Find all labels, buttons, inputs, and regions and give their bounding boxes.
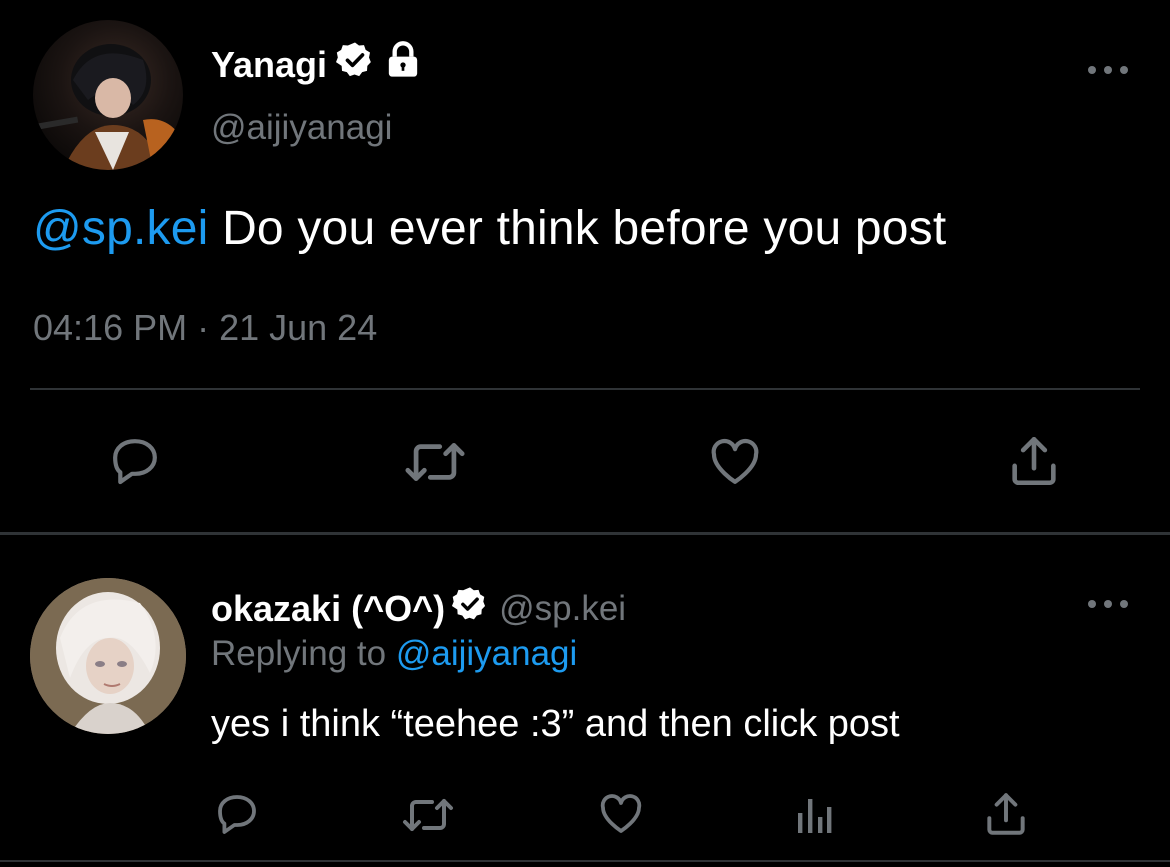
share-icon[interactable] [1005,432,1063,490]
replying-to-line: Replying to @aijiyanagi [211,634,577,674]
author-name-row: Yanagi [211,40,423,89]
more-options-icon[interactable] [1088,64,1128,76]
reply-author-name[interactable]: okazaki (^O^) [211,588,445,630]
author-name[interactable]: Yanagi [211,44,327,86]
author-avatar[interactable] [33,20,183,170]
tweet-timestamp[interactable]: 04:16 PM · 21 Jun 24 [33,307,377,349]
like-icon[interactable] [596,790,646,838]
reply-author-handle[interactable]: @sp.kei [499,589,626,629]
reply-icon[interactable] [212,790,262,838]
reply-author-avatar[interactable] [30,578,186,734]
author-handle[interactable]: @aijiyanagi [211,108,392,148]
verified-badge-icon [451,585,489,632]
retweet-icon[interactable] [400,436,470,488]
mention-link[interactable]: @sp.kei [33,202,209,255]
reply-author-row: okazaki (^O^) @sp.kei [211,585,626,632]
avatar-illustration [30,578,186,734]
divider [0,860,1170,862]
divider [30,388,1140,390]
verified-badge-icon [335,40,375,89]
retweet-icon[interactable] [398,793,458,837]
replying-prefix: Replying to [211,634,396,673]
more-options-icon[interactable] [1088,598,1128,610]
share-icon[interactable] [981,789,1031,839]
lock-icon [383,40,423,89]
analytics-icon[interactable] [794,795,834,835]
tweet-text: @sp.kei Do you ever think before you pos… [33,201,946,256]
reply-icon[interactable] [105,433,165,489]
replying-handle-link[interactable]: @aijiyanagi [396,634,577,673]
reply-text: yes i think “teehee :3” and then click p… [211,703,900,745]
avatar-illustration [37,44,183,170]
section-separator [0,532,1170,535]
like-icon[interactable] [705,434,765,490]
tweet-body: Do you ever think before you post [208,202,947,255]
